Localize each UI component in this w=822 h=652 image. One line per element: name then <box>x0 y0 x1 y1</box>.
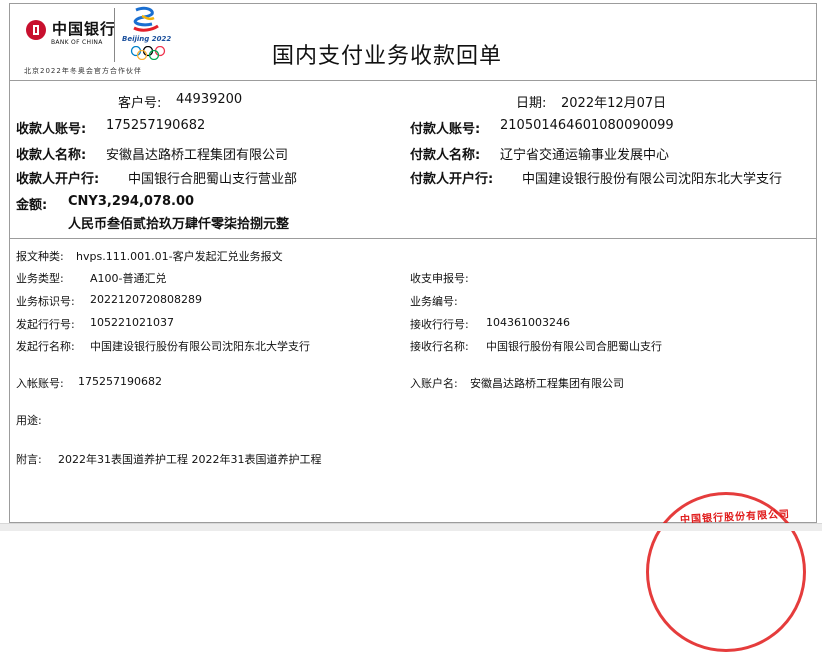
bank-name: 中国银行 <box>52 20 117 38</box>
recv-bank-no-value: 104361003246 <box>486 316 570 329</box>
sponsor-tagline: 北京2022年冬奥会官方合作伙伴 <box>24 67 142 75</box>
bank-name-en: BANK OF CHINA <box>51 39 103 46</box>
send-bank-name-value: 中国建设银行股份有限公司沈阳东北大学支行 <box>90 340 310 353</box>
biz-no-label: 业务编号: <box>410 295 458 308</box>
in-account-name-value: 安徽昌达路桥工程集团有限公司 <box>470 377 624 390</box>
biz-type-value: A100-普通汇兑 <box>90 272 167 285</box>
amount-value: CNY3,294,078.00 <box>68 194 195 209</box>
biz-type-label: 业务类型: <box>16 272 64 285</box>
remark-value: 2022年31表国道养护工程 2022年31表国道养护工程 <box>58 453 322 466</box>
receipt-page: { "header": { "bank_name": "中国银行", "bank… <box>0 0 822 652</box>
date-label: 日期: <box>516 96 547 111</box>
payer-bank-label: 付款人开户行: <box>410 172 494 187</box>
payee-bank-value: 中国银行合肥蜀山支行营业部 <box>128 172 298 187</box>
payee-account-label: 收款人账号: <box>16 122 87 137</box>
payee-name-label: 收款人名称: <box>16 148 87 163</box>
remark-label: 附言: <box>16 453 42 466</box>
payee-name-value: 安徽昌达路桥工程集团有限公司 <box>106 148 289 163</box>
payee-bank-label: 收款人开户行: <box>16 172 100 187</box>
biz-id-label: 业务标识号: <box>16 295 75 308</box>
date-value: 2022年12月07日 <box>561 96 667 111</box>
customer-no-label: 客户号: <box>118 96 162 111</box>
payer-account-value: 210501464601080090099 <box>500 118 674 133</box>
customer-no-value: 44939200 <box>176 92 243 107</box>
payer-name-label: 付款人名称: <box>410 148 481 163</box>
send-bank-name-label: 发起行名称: <box>16 340 75 353</box>
header-divider <box>9 80 817 81</box>
recv-bank-name-value: 中国银行股份有限公司合肥蜀山支行 <box>486 340 662 353</box>
payee-account-value: 175257190682 <box>106 118 206 133</box>
amount-in-words: 人民币叁佰贰拾玖万肆仟零柒拾捌元整 <box>68 217 290 232</box>
recv-bank-name-label: 接收行名称: <box>410 340 469 353</box>
biz-id-value: 2022120720808289 <box>90 293 202 306</box>
payer-bank-value: 中国建设银行股份有限公司沈阳东北大学支行 <box>522 172 783 187</box>
section-divider <box>9 238 817 239</box>
amount-label: 金额: <box>16 198 48 213</box>
pay-ref-label: 收支申报号: <box>410 272 469 285</box>
boc-emblem-icon <box>26 20 46 40</box>
recv-bank-no-label: 接收行行号: <box>410 318 469 331</box>
horizontal-scrollbar[interactable] <box>0 523 822 531</box>
send-bank-no-value: 105221021037 <box>90 316 174 329</box>
olympic-rings-icon <box>130 46 166 60</box>
beijing-2022-text: Beijing 2022 <box>122 35 172 43</box>
msg-type-label: 报文种类: <box>16 250 64 263</box>
msg-type-value: hvps.111.001.01-客户发起汇兑业务报文 <box>76 250 283 263</box>
page-title: 国内支付业务收款回单 <box>272 44 503 69</box>
logo-divider <box>114 8 115 62</box>
send-bank-no-label: 发起行行号: <box>16 318 75 331</box>
bank-of-china-logo: 中国银行 BANK OF CHINA <box>24 18 115 50</box>
purpose-label: 用途: <box>16 414 42 427</box>
in-account-name-label: 入账户名: <box>410 377 458 390</box>
in-account-value: 175257190682 <box>78 375 162 388</box>
payer-account-label: 付款人账号: <box>410 122 481 137</box>
payer-name-value: 辽宁省交通运输事业发展中心 <box>500 148 670 163</box>
in-account-label: 入帐账号: <box>16 377 64 390</box>
